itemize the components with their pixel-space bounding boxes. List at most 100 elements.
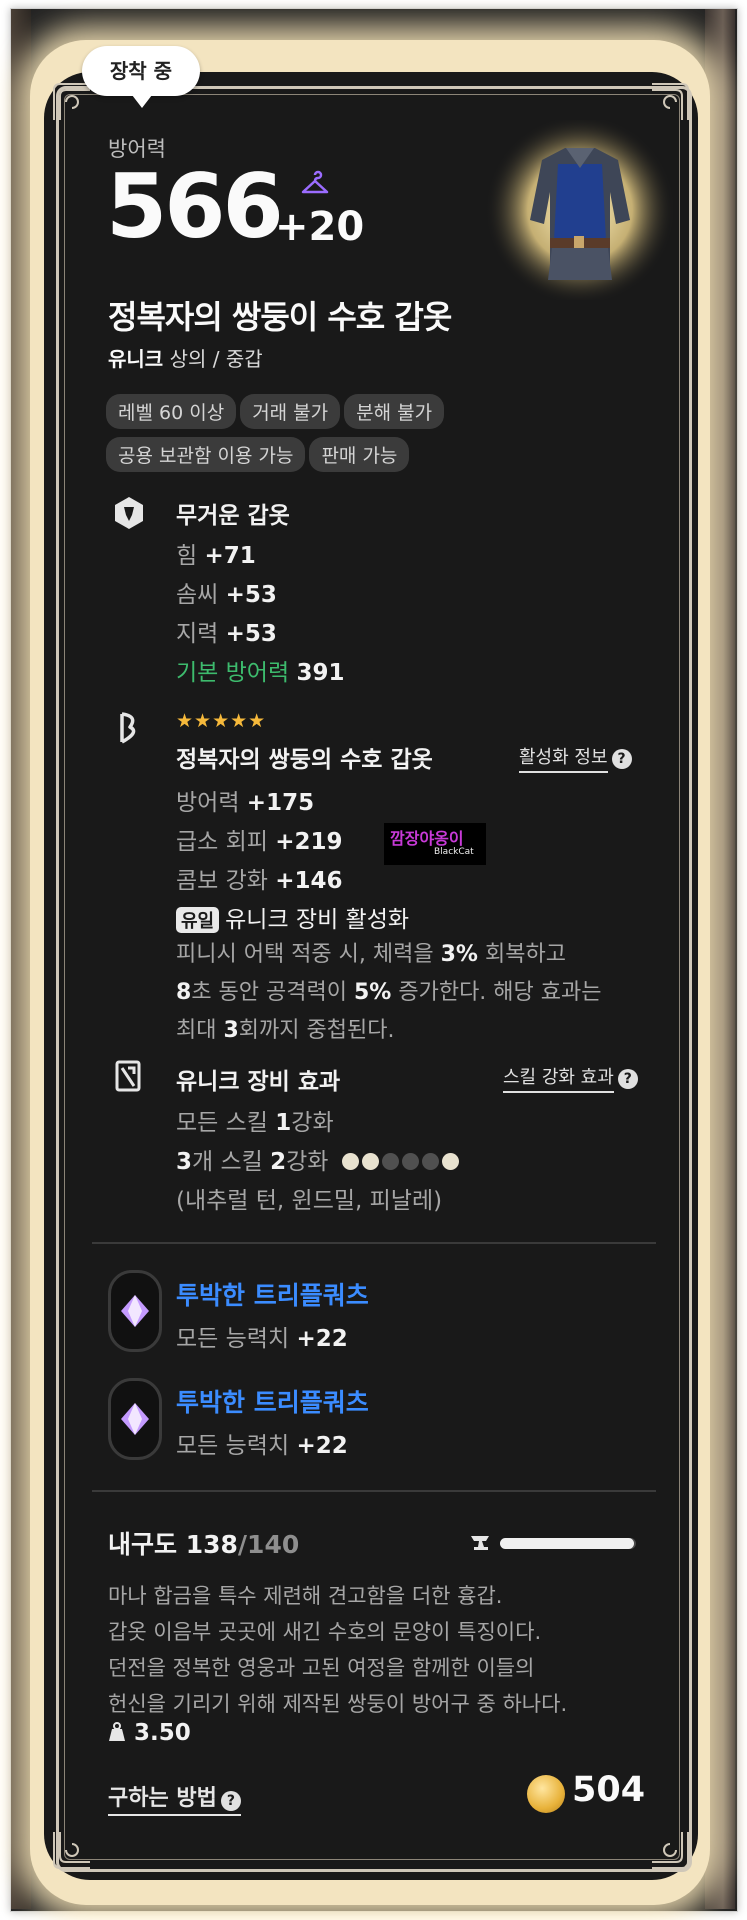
base-defense-line: 기본 방어력 391 [176, 653, 344, 687]
text: 모든 스킬 [176, 1110, 268, 1136]
set-stat-line: 방어력 +175 [176, 783, 314, 817]
skill-level-dot [441, 1152, 459, 1170]
all-skill-line: 모든 스킬 1강화 [176, 1103, 334, 1137]
lore-line: 헌신을 기리기 위해 제작된 쌍둥이 방어구 중 하나다. [108, 1692, 568, 1716]
corner-ornament-icon [648, 80, 692, 124]
skill-names: (내추럴 턴, 윈드밀, 피날레) [176, 1188, 443, 1214]
stat-value: +53 [225, 582, 277, 608]
value: 3 [176, 1149, 193, 1175]
gem-name: 투박한 트리플쿼츠 [176, 1388, 369, 1417]
text: 개 스킬 [192, 1149, 263, 1175]
value: 2 [270, 1149, 287, 1175]
durability-max: /140 [237, 1530, 300, 1559]
activation-info-link[interactable]: 활성화 정보? [519, 743, 632, 773]
tag-shared-storage: 공용 보관함 이용 가능 [106, 437, 306, 472]
skill-level-dot [421, 1152, 439, 1170]
watermark: 깜장야옹이 BlackCat [384, 823, 486, 865]
watermark-text: 깜장야옹이 [390, 829, 464, 848]
durability-current: 138 [185, 1530, 238, 1559]
weight-value: 3.50 [134, 1720, 191, 1746]
stat-value: +146 [275, 868, 343, 894]
stat-label: 솜씨 [176, 582, 219, 608]
gem-slot[interactable] [108, 1270, 162, 1352]
set-stat-line: 급소 회피 +219 [176, 822, 343, 856]
item-weight: 3.50 [108, 1720, 191, 1746]
skill-count-line: 3개 스킬 2강화 [176, 1142, 462, 1176]
gem-name: 투박한 트리플쿼츠 [176, 1281, 369, 1310]
gem-stat-value: +22 [296, 1433, 348, 1459]
equipped-badge: 장착 중 [82, 46, 200, 108]
anvil-icon [471, 1536, 489, 1550]
how-to-get-label[interactable]: 구하는 방법 [108, 1786, 217, 1811]
desc-text: 회복하고 [484, 942, 566, 967]
base-defense-value: 391 [296, 660, 345, 686]
how-to-get-link[interactable]: 구하는 방법? [108, 1780, 241, 1816]
gold-coin-icon [527, 1775, 565, 1813]
base-section-title: 무거운 갑옷 [176, 503, 290, 529]
item-grade: 유니크 [108, 347, 164, 371]
heavy-armor-icon [115, 497, 143, 529]
help-icon[interactable]: ? [220, 1791, 241, 1811]
unique-activation-desc: 피니시 어택 적중 시, 체력을 3% 회복하고 8초 동안 공격력이 5% 증… [176, 936, 646, 1050]
stat-line-int: 지력 +53 [176, 614, 277, 648]
item-type: 유니크 상의 / 중갑 [108, 343, 263, 372]
skill-level-dot [341, 1152, 359, 1170]
unique-activation-title: 유니크 장비 활성화 [225, 907, 410, 933]
item-category: 상의 / 중갑 [169, 347, 263, 371]
desc-text: 초 동안 공격력이 [191, 980, 347, 1005]
gem-stat-value: +22 [296, 1326, 348, 1352]
gem-icon [121, 1295, 149, 1327]
set-section-title: 정복자의 쌍둥의 수호 갑옷 [176, 747, 433, 773]
hanger-icon [301, 170, 329, 194]
unique-tag: 유일 [176, 907, 220, 933]
gem-stat: 모든 능력치 +22 [176, 1319, 348, 1353]
stat-value: +53 [225, 621, 277, 647]
durability-bar [500, 1538, 636, 1549]
stat-line-dex: 솜씨 +53 [176, 575, 277, 609]
unique-effect-icon [115, 1060, 141, 1092]
unique-activation-line: 유일 유니크 장비 활성화 [176, 900, 409, 934]
lore-line: 던전을 정복한 영웅과 고된 여정을 함께한 이들의 [108, 1656, 535, 1680]
gem-stat-label: 모든 능력치 [176, 1326, 290, 1352]
tag-level: 레벨 60 이상 [106, 394, 237, 429]
weight-icon [109, 1722, 125, 1741]
durability-label: 내구도 138/140 [108, 1525, 299, 1561]
unique-effect-title: 유니크 장비 효과 [176, 1069, 341, 1095]
defense-bonus: +20 [275, 204, 365, 250]
stat-label: 급소 회피 [176, 829, 268, 855]
skill-level-dots [341, 1150, 462, 1176]
desc-text: 회까지 중첩된다. [238, 1018, 395, 1043]
stat-value: +175 [246, 790, 315, 816]
skill-level-dot [361, 1152, 379, 1170]
desc-text: 최대 [176, 1018, 217, 1043]
stat-label: 방어력 [176, 790, 240, 816]
skill-enhance-link[interactable]: 스킬 강화 효과? [503, 1063, 638, 1093]
stat-label: 힘 [176, 543, 198, 569]
gem-icon [121, 1403, 149, 1435]
watermark-subtext: BlackCat [434, 847, 474, 857]
corner-ornament-icon [50, 1828, 94, 1872]
defense-value: 566 [106, 155, 284, 258]
desc-value: 8 [176, 980, 192, 1005]
gem-stat: 모든 능력치 +22 [176, 1426, 348, 1460]
help-icon[interactable]: ? [611, 749, 632, 769]
desc-value: 3% [440, 942, 478, 967]
desc-value: 5% [353, 980, 392, 1005]
item-lore: 마나 합금을 특수 제련해 견고함을 더한 흉갑. 갑옷 이음부 곳곳에 새긴 … [108, 1578, 648, 1722]
sell-price: 504 [572, 1770, 646, 1810]
help-icon[interactable]: ? [617, 1069, 638, 1089]
tag-no-trade: 거래 불가 [240, 394, 341, 429]
skill-enhance-label[interactable]: 스킬 강화 효과 [503, 1067, 614, 1093]
skill-level-dot [381, 1152, 399, 1170]
stat-value: +71 [204, 543, 256, 569]
gem-stat-label: 모든 능력치 [176, 1433, 290, 1459]
stat-value: +219 [275, 829, 343, 855]
set-stat-line: 콤보 강화 +146 [176, 861, 343, 895]
gem-slot[interactable] [108, 1378, 162, 1460]
activation-info-label[interactable]: 활성화 정보 [519, 747, 608, 773]
stat-label: 지력 [176, 621, 219, 647]
tag-no-dismantle: 분해 불가 [344, 394, 445, 429]
divider [92, 1490, 656, 1492]
tag-sellable: 판매 가능 [309, 437, 410, 472]
durability-title: 내구도 [108, 1530, 178, 1559]
